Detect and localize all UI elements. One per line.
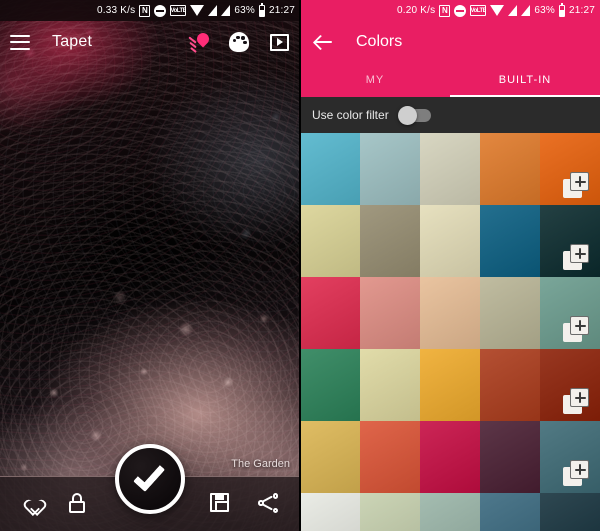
tab-built-in[interactable]: BUILT-IN (450, 63, 600, 97)
palette-list[interactable] (300, 133, 600, 531)
color-swatch[interactable] (480, 493, 540, 531)
color-swatch[interactable] (300, 205, 360, 277)
wifi-icon (190, 5, 205, 16)
color-swatch[interactable] (420, 493, 480, 531)
apply-check-icon[interactable] (115, 444, 185, 514)
duplicate-add-icon[interactable] (563, 316, 589, 342)
left-panel-tapet-wallpaper: 0.33 K/s N VoLTE 63% 21:27 Tapet The Gar… (0, 0, 300, 531)
signal-icon (508, 5, 518, 16)
save-icon[interactable] (210, 493, 232, 515)
duplicate-add-icon[interactable] (563, 388, 589, 414)
battery-icon (558, 2, 565, 17)
do-not-disturb-icon (454, 4, 467, 17)
right-app-bar: Colors (300, 21, 600, 63)
signal-icon-2 (221, 5, 231, 16)
volte-icon: VoLTE (470, 5, 487, 16)
battery-percent: 63% (234, 5, 255, 16)
favorite-heart-icon[interactable] (20, 493, 42, 515)
color-swatch[interactable] (420, 277, 480, 349)
rain-drop-icon[interactable] (188, 30, 212, 53)
panel-divider (299, 0, 301, 531)
color-swatch[interactable] (540, 493, 600, 531)
check-glyph (133, 459, 166, 493)
color-swatch[interactable] (300, 493, 360, 531)
share-icon[interactable] (258, 493, 280, 515)
slideshow-icon[interactable] (268, 31, 290, 53)
color-swatch[interactable] (360, 277, 420, 349)
color-swatch[interactable] (420, 133, 480, 205)
color-swatch[interactable] (300, 277, 360, 349)
palette-row[interactable] (300, 133, 600, 205)
nfc-icon: N (139, 4, 151, 17)
color-swatch[interactable] (300, 349, 360, 421)
network-speed: 0.33 K/s (97, 5, 136, 16)
signal-icon-2 (521, 5, 531, 16)
toggle-knob (397, 105, 417, 125)
palette-row[interactable] (300, 493, 600, 531)
page-title: Tapet (52, 33, 93, 50)
clock-time: 21:27 (268, 5, 295, 16)
color-swatch[interactable] (480, 133, 540, 205)
color-swatch[interactable] (360, 349, 420, 421)
color-swatch[interactable] (360, 205, 420, 277)
color-swatch[interactable] (360, 493, 420, 531)
left-status-bar: 0.33 K/s N VoLTE 63% 21:27 (0, 0, 300, 21)
palette-row[interactable] (300, 349, 600, 421)
color-swatch[interactable] (300, 133, 360, 205)
palette-icon[interactable] (228, 31, 250, 53)
network-speed: 0.20 K/s (397, 5, 436, 16)
lock-icon[interactable] (68, 493, 90, 515)
clock-time: 21:27 (568, 5, 595, 16)
volte-icon: VoLTE (170, 5, 187, 16)
color-filter-toggle[interactable] (397, 105, 431, 125)
battery-percent: 63% (534, 5, 555, 16)
back-arrow-icon[interactable] (314, 32, 334, 52)
palette-row[interactable] (300, 205, 600, 277)
signal-icon (208, 5, 218, 16)
wallpaper-name-label: The Garden (231, 458, 290, 470)
right-panel-colors: 0.20 K/s N VoLTE 63% 21:27 Colors MY BUI… (300, 0, 600, 531)
colors-tab-bar: MY BUILT-IN (300, 63, 600, 97)
color-filter-label: Use color filter (312, 108, 389, 122)
palette-row[interactable] (300, 277, 600, 349)
duplicate-add-icon[interactable] (563, 244, 589, 270)
wifi-icon (490, 5, 505, 16)
do-not-disturb-icon (154, 4, 167, 17)
color-swatch[interactable] (420, 349, 480, 421)
hamburger-menu-icon[interactable] (10, 34, 30, 50)
battery-icon (258, 2, 265, 17)
nfc-icon: N (439, 4, 451, 17)
palette-row[interactable] (300, 421, 600, 493)
color-swatch[interactable] (420, 421, 480, 493)
colors-page-title: Colors (356, 33, 403, 50)
duplicate-add-icon[interactable] (563, 172, 589, 198)
color-swatch[interactable] (480, 205, 540, 277)
app-bar-actions (188, 30, 290, 53)
right-status-bar: 0.20 K/s N VoLTE 63% 21:27 (300, 0, 600, 21)
dual-screenshot: 0.33 K/s N VoLTE 63% 21:27 Tapet The Gar… (0, 0, 600, 531)
color-swatch[interactable] (420, 205, 480, 277)
tab-my[interactable]: MY (300, 63, 450, 97)
color-swatch[interactable] (480, 421, 540, 493)
duplicate-add-icon[interactable] (563, 460, 589, 486)
color-swatch[interactable] (360, 421, 420, 493)
color-swatch[interactable] (480, 349, 540, 421)
left-app-bar: Tapet (0, 21, 300, 63)
color-filter-row[interactable]: Use color filter (300, 97, 600, 133)
color-swatch[interactable] (300, 421, 360, 493)
color-swatch[interactable] (480, 277, 540, 349)
color-swatch[interactable] (360, 133, 420, 205)
